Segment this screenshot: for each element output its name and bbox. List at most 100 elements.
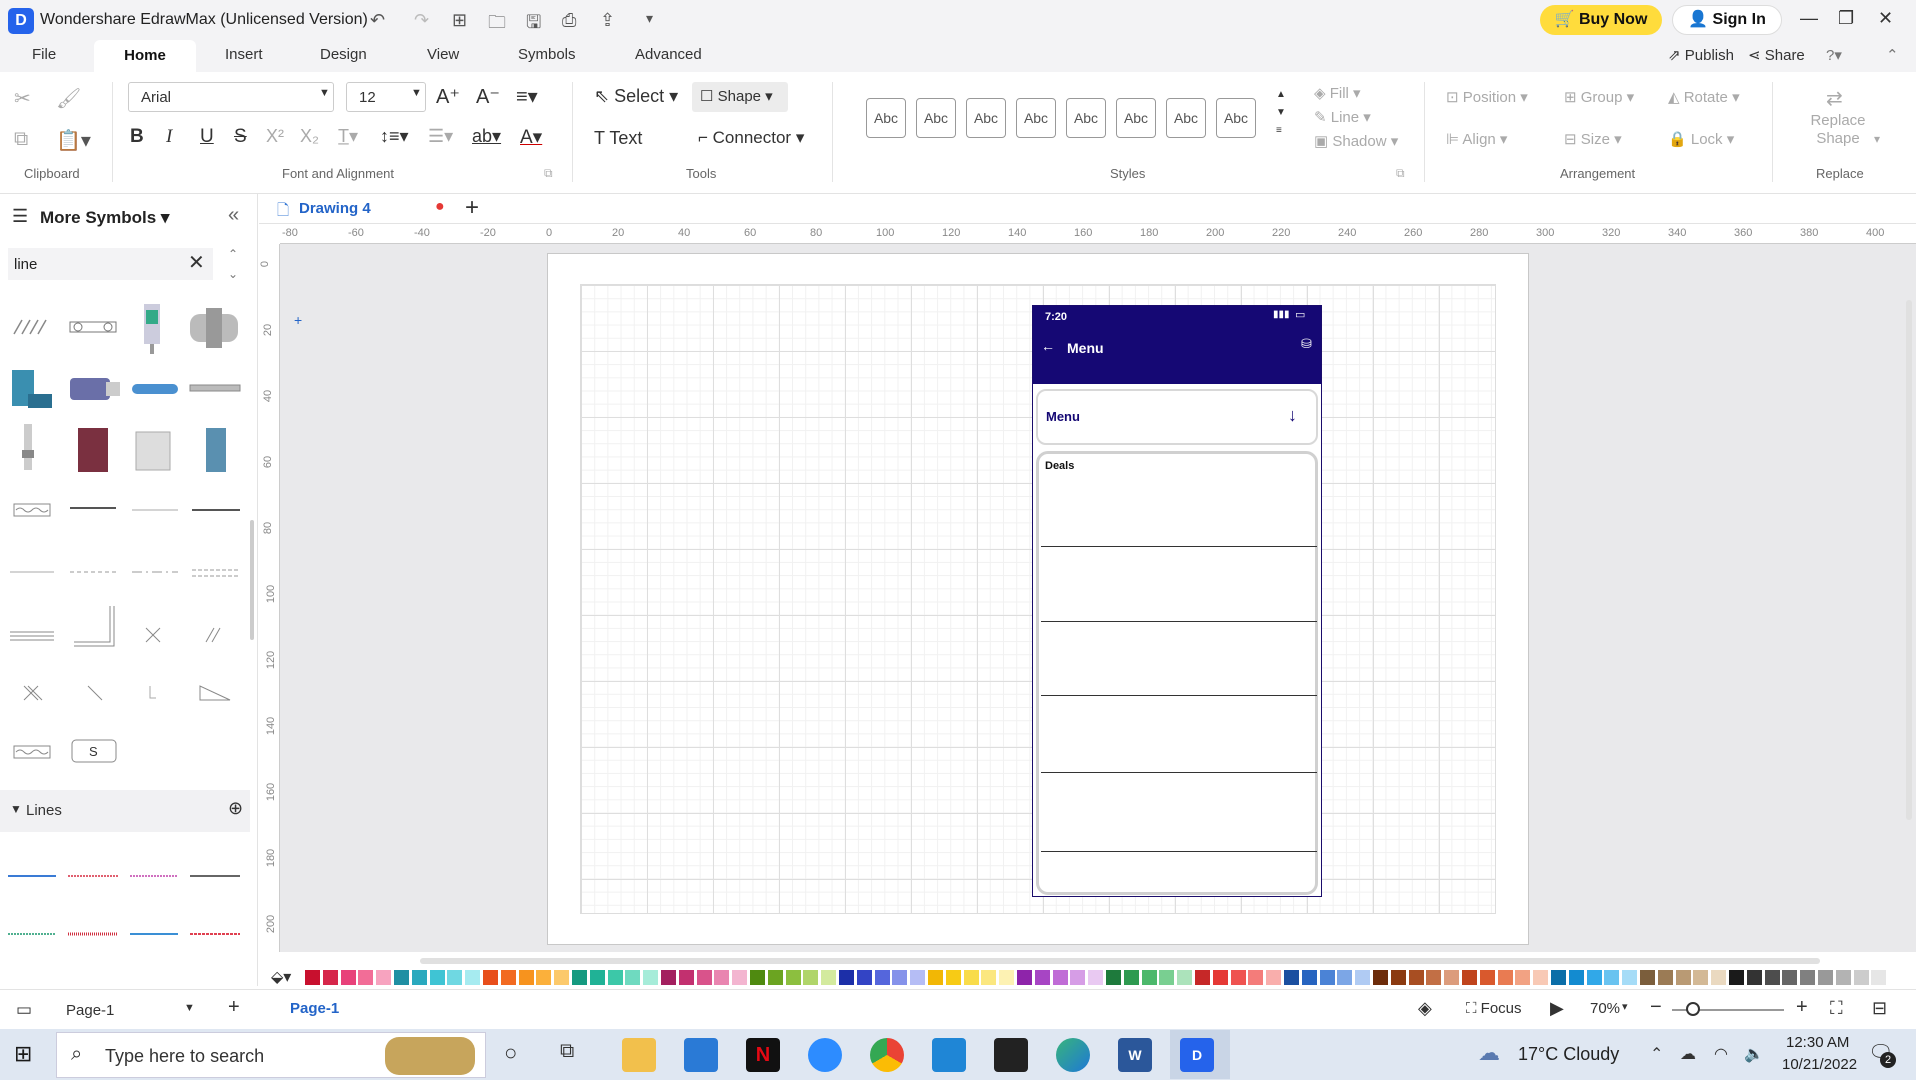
- color-swatch[interactable]: [1141, 970, 1157, 985]
- fill-button[interactable]: ◈ Fill ▾: [1314, 84, 1361, 102]
- color-swatch[interactable]: [1568, 970, 1584, 985]
- color-swatch[interactable]: [465, 970, 481, 985]
- print-icon[interactable]: ⎙: [562, 10, 576, 31]
- file-explorer-icon[interactable]: [622, 1038, 656, 1072]
- symbol-search-input[interactable]: [8, 248, 213, 280]
- color-swatch[interactable]: [963, 970, 979, 985]
- color-swatch[interactable]: [1657, 970, 1673, 985]
- word-icon[interactable]: W: [1118, 1038, 1152, 1072]
- onedrive-icon[interactable]: ☁: [1680, 1044, 1696, 1064]
- color-swatch[interactable]: [1337, 970, 1353, 985]
- color-swatch[interactable]: [803, 970, 819, 985]
- tab-design[interactable]: Design: [320, 46, 367, 63]
- color-swatch[interactable]: [1533, 970, 1549, 985]
- color-swatch[interactable]: [429, 970, 445, 985]
- text-case-icon[interactable]: T̲▾: [338, 126, 358, 147]
- font-dialog-launcher-icon[interactable]: ⧉: [544, 166, 553, 181]
- more-symbols-button[interactable]: More Symbols ▾: [40, 208, 169, 228]
- replace-shape-icon[interactable]: ⇄: [1826, 86, 1843, 111]
- underline-icon[interactable]: U: [200, 126, 214, 148]
- color-swatch[interactable]: [643, 970, 659, 985]
- subscript-icon[interactable]: X₂: [300, 126, 319, 147]
- mobile-app-mockup[interactable]: 7:20 ▮▮▮ ▭ ← Menu ⛁ Menu ↓ Deals: [1032, 305, 1322, 897]
- color-swatch[interactable]: [1248, 970, 1264, 985]
- clear-search-icon[interactable]: ✕: [188, 250, 205, 275]
- save-icon[interactable]: 🖫: [526, 10, 541, 40]
- superscript-icon[interactable]: X²: [266, 126, 284, 147]
- color-swatch[interactable]: [483, 970, 498, 985]
- color-swatch[interactable]: [910, 970, 926, 985]
- color-swatch[interactable]: [945, 970, 961, 985]
- color-swatch[interactable]: [411, 970, 427, 985]
- color-swatch[interactable]: [1070, 970, 1086, 985]
- page-tab[interactable]: Page-1: [290, 1000, 339, 1017]
- tab-insert[interactable]: Insert: [225, 46, 263, 63]
- zoom-level[interactable]: 70%: [1590, 1000, 1620, 1017]
- bullet-list-icon[interactable]: ☰▾: [428, 126, 453, 147]
- color-swatch[interactable]: [447, 970, 463, 985]
- tab-file[interactable]: File: [32, 46, 56, 63]
- color-swatch[interactable]: [1586, 970, 1602, 985]
- size-button[interactable]: ⊟ Size ▾: [1564, 130, 1622, 148]
- color-swatch[interactable]: [1835, 970, 1851, 985]
- color-swatch[interactable]: [554, 970, 570, 985]
- chrome-icon[interactable]: [870, 1038, 904, 1072]
- color-swatch[interactable]: [1319, 970, 1335, 985]
- color-swatch[interactable]: [1284, 970, 1299, 985]
- wifi-icon[interactable]: ◠: [1714, 1044, 1728, 1064]
- lock-button[interactable]: 🔒 Lock ▾: [1668, 130, 1734, 148]
- increase-font-icon[interactable]: A⁺: [436, 84, 460, 109]
- color-swatch[interactable]: [1195, 970, 1210, 985]
- add-page-icon[interactable]: +: [228, 996, 240, 1019]
- color-swatch[interactable]: [340, 970, 356, 985]
- customize-quick-access-icon[interactable]: ▾: [646, 10, 653, 27]
- style-swatch[interactable]: Abc: [1066, 98, 1106, 138]
- focus-button[interactable]: ⛶ Focus: [1466, 1000, 1522, 1017]
- color-swatch[interactable]: [625, 970, 641, 985]
- terminal-icon[interactable]: [994, 1038, 1028, 1072]
- taskbar-search-box[interactable]: ⌕ Type here to search: [56, 1032, 486, 1078]
- color-swatch[interactable]: [767, 970, 783, 985]
- color-swatch[interactable]: [1017, 970, 1032, 985]
- help-icon[interactable]: ?▾: [1826, 46, 1842, 64]
- color-swatch[interactable]: [1123, 970, 1139, 985]
- color-swatch[interactable]: [750, 970, 765, 985]
- italic-icon[interactable]: I: [166, 126, 172, 148]
- mail-icon[interactable]: [684, 1038, 718, 1072]
- undo-icon[interactable]: ↶: [370, 10, 385, 31]
- color-swatch[interactable]: [500, 970, 516, 985]
- style-swatch[interactable]: Abc: [1016, 98, 1056, 138]
- lines-section-header[interactable]: ▼ Lines ⊕: [0, 790, 250, 832]
- color-swatch[interactable]: [376, 970, 392, 985]
- add-tab-icon[interactable]: +: [465, 194, 479, 222]
- style-swatch[interactable]: Abc: [1116, 98, 1156, 138]
- color-swatch[interactable]: [1764, 970, 1780, 985]
- color-swatch[interactable]: [1212, 970, 1228, 985]
- back-arrow-icon[interactable]: ←: [1041, 338, 1055, 354]
- position-button[interactable]: ⊡ Position ▾: [1446, 88, 1528, 106]
- color-swatch[interactable]: [1177, 970, 1193, 985]
- font-color-icon[interactable]: A▾: [520, 126, 542, 149]
- fullscreen-icon[interactable]: ⊟: [1872, 998, 1887, 1019]
- group-button[interactable]: ⊞ Group ▾: [1564, 88, 1634, 106]
- color-swatch[interactable]: [928, 970, 943, 985]
- color-swatch[interactable]: [1622, 970, 1638, 985]
- fit-page-icon[interactable]: ⛶: [1830, 998, 1843, 1019]
- replace-shape-button[interactable]: Replace Shape: [1808, 112, 1868, 148]
- weather-text[interactable]: 17°C Cloudy: [1518, 1044, 1619, 1065]
- color-swatch[interactable]: [1782, 970, 1798, 985]
- add-circle-icon[interactable]: ⊕: [228, 798, 243, 819]
- color-swatch[interactable]: [589, 970, 605, 985]
- style-swatch[interactable]: Abc: [916, 98, 956, 138]
- color-swatch[interactable]: [1462, 970, 1477, 985]
- color-swatch[interactable]: [696, 970, 712, 985]
- cortana-icon[interactable]: ○: [504, 1040, 517, 1066]
- color-swatch[interactable]: [1711, 970, 1727, 985]
- zoom-out-icon[interactable]: −: [1650, 996, 1662, 1019]
- color-swatch[interactable]: [839, 970, 854, 985]
- color-swatch[interactable]: [358, 970, 374, 985]
- play-icon[interactable]: ▶: [1550, 998, 1564, 1019]
- styles-dialog-launcher-icon[interactable]: ⧉: [1396, 166, 1405, 181]
- color-swatch[interactable]: [1426, 970, 1442, 985]
- font-size-select[interactable]: 12 ▼: [346, 82, 426, 112]
